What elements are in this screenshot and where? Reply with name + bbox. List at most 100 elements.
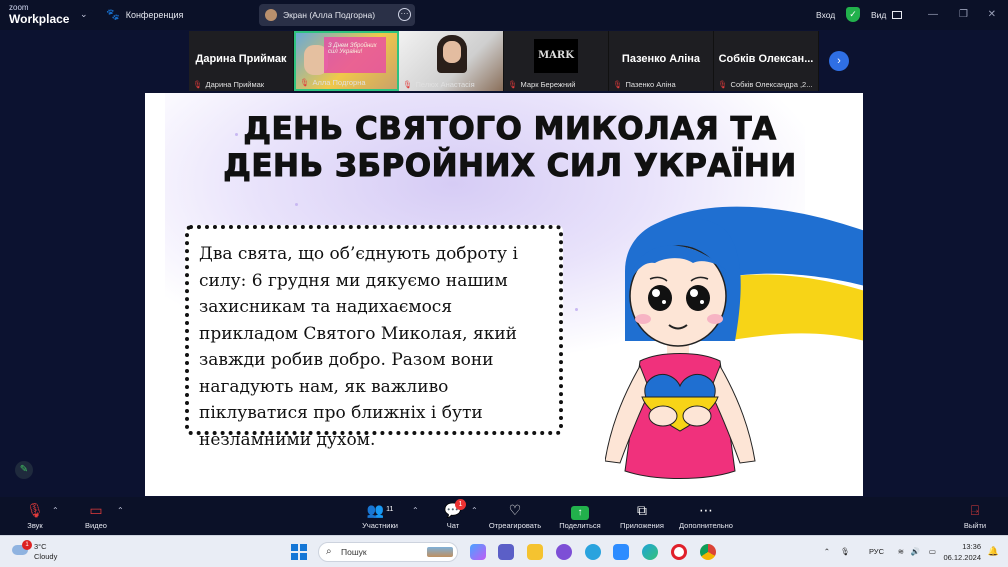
mic-muted-icon: 🎙: [718, 80, 728, 89]
conference-label: Конференция: [125, 9, 184, 20]
share-screen-icon: ↑: [571, 506, 589, 520]
slide-body-text: Два свята, що об’єднують доброту і силу:…: [199, 244, 518, 450]
participant-name: Дарина Приймак: [205, 80, 265, 89]
girl-illustration: [605, 206, 863, 479]
conference-menu[interactable]: 🐾 Конференция: [106, 8, 183, 21]
more-label: Дополнительно: [679, 521, 733, 530]
heart-icon: ♡: [508, 502, 522, 518]
title-bar: zoom Workplace ⌄ 🐾 Конференция Экран (Ал…: [0, 0, 1008, 30]
participant-tile[interactable]: Дарина Приймак 🎙 Дарина Приймак: [189, 31, 294, 91]
chevron-up-icon[interactable]: ⌃: [412, 506, 419, 515]
participant-avatar-mark: MARK: [534, 39, 578, 73]
chevron-up-icon[interactable]: ⌃: [117, 506, 124, 515]
avatar: [265, 9, 277, 21]
opera-icon[interactable]: [671, 544, 687, 560]
taskbar-search[interactable]: ⌕ Пошук: [318, 542, 458, 562]
video-off-icon: ▭: [89, 502, 103, 518]
search-placeholder: Пошук: [341, 547, 367, 557]
minimize-icon[interactable]: —: [928, 9, 938, 20]
meeting-toolbar: 🎙 Звук ⌃ ▭ Видео ⌃ 👥 11 Участники ⌃ 💬 1 Ч…: [0, 497, 1008, 535]
participant-tile[interactable]: Пазенко Аліна 🎙 Пазенко Аліна: [609, 31, 714, 91]
participant-name: Марк Бережний: [520, 80, 576, 89]
edge-icon[interactable]: [642, 544, 658, 560]
participant-display-name: Дарина Приймак: [195, 53, 287, 65]
participant-tile-active[interactable]: З Днем Збройних сил України! 🎙 Алла Подго…: [294, 31, 399, 91]
slide-title-line2: ДЕНЬ ЗБРОЙНИХ СИЛ УКРАЇНИ: [223, 148, 797, 185]
mic-muted-icon: 🎙: [193, 80, 203, 89]
participant-strip: Дарина Приймак 🎙 Дарина Приймак З Днем Зб…: [189, 31, 819, 91]
share-button[interactable]: ↑ Поделиться: [556, 501, 604, 530]
chevron-up-icon[interactable]: ⌃: [471, 506, 478, 515]
more-options-icon[interactable]: ···: [398, 8, 411, 21]
audio-label: Звук: [27, 521, 43, 530]
participant-name: Алла Подгорна: [312, 78, 366, 87]
chat-badge: 1: [455, 499, 466, 510]
participant-tile[interactable]: 🎙 Пелюх Анастасія: [399, 31, 504, 91]
react-button[interactable]: ♡ Отреагировать: [486, 501, 544, 530]
mic-muted-icon: 🎙: [508, 80, 518, 89]
mic-muted-icon: 🎙: [613, 80, 623, 89]
chat-button[interactable]: 💬 1 Чат: [440, 499, 466, 530]
zoom-icon[interactable]: [613, 544, 629, 560]
apps-button[interactable]: ⧉ Приложения: [616, 501, 668, 530]
viber-icon[interactable]: [556, 544, 572, 560]
search-icon: ⌕: [326, 546, 332, 557]
more-button[interactable]: ⋯ Дополнительно: [675, 501, 737, 530]
next-page-icon[interactable]: ›: [829, 51, 849, 71]
react-label: Отреагировать: [488, 521, 542, 530]
chevron-up-icon[interactable]: ⌃: [52, 506, 59, 515]
brand-bottom: Workplace: [9, 12, 70, 26]
mic-muted-icon: 🎙: [403, 80, 413, 89]
mic-muted-icon: 🎙: [26, 502, 44, 518]
video-button[interactable]: ▭ Видео: [80, 501, 112, 530]
participant-tile[interactable]: MARK 🎙 Марк Бережний: [504, 31, 609, 91]
annotate-pencil-icon[interactable]: ✎: [15, 461, 33, 479]
video-label: Видео: [85, 521, 107, 530]
grid-icon[interactable]: [892, 11, 902, 19]
participants-label: Участники: [362, 521, 398, 530]
participant-name: Пазенко Аліна: [625, 80, 676, 89]
chat-label: Чат: [446, 521, 460, 530]
slide-title-line1: ДЕНЬ СВЯТОГО МИКОЛАЯ ТА: [243, 111, 777, 148]
file-explorer-icon[interactable]: [527, 544, 543, 560]
volume-icon[interactable]: 🔊: [911, 547, 920, 556]
teams-icon[interactable]: [498, 544, 514, 560]
leave-icon: ⍈: [970, 502, 980, 518]
mic-muted-icon: 🎙: [300, 78, 310, 87]
zoom-logo[interactable]: zoom Workplace: [9, 3, 70, 26]
mini-slide-text: З Днем Збройних сил України!: [328, 43, 377, 55]
copilot-icon[interactable]: [470, 544, 486, 560]
participant-display-name: Пазенко Аліна: [621, 53, 701, 65]
leave-button[interactable]: ⍈ Выйти: [960, 501, 990, 530]
apps-label: Приложения: [620, 521, 664, 530]
participant-name: Пелюх Анастасія: [415, 80, 475, 89]
wifi-icon[interactable]: ≋: [898, 547, 904, 556]
clock[interactable]: 13:36 06.12.2024: [943, 541, 981, 563]
brand-top: zoom: [9, 3, 29, 12]
view-button[interactable]: Вид: [871, 10, 886, 20]
zoom-window: zoom Workplace ⌄ 🐾 Конференция Экран (Ал…: [0, 0, 1008, 567]
weather-badge: 1: [22, 540, 32, 550]
notification-bell-icon[interactable]: 🔔: [988, 546, 999, 557]
weather-condition: Cloudy: [34, 552, 58, 561]
search-highlight-image: [427, 547, 453, 557]
chevron-up-icon[interactable]: ⌃: [824, 547, 830, 556]
chrome-icon[interactable]: [700, 544, 716, 560]
participants-count: 11: [386, 506, 394, 513]
telegram-icon[interactable]: [585, 544, 601, 560]
chevron-down-icon[interactable]: ⌄: [80, 9, 88, 20]
participant-tile[interactable]: Собків Олексан... 🎙 Собків Олександра ,2.…: [714, 31, 819, 91]
participants-button[interactable]: 👥 11 Участники: [358, 501, 402, 530]
maximize-icon[interactable]: ❐: [959, 9, 968, 20]
windows-start-icon[interactable]: [291, 544, 307, 560]
login-button[interactable]: Вход: [816, 10, 835, 20]
language-indicator[interactable]: РУС: [869, 547, 884, 556]
microphone-icon[interactable]: 🎙: [840, 547, 850, 556]
audio-button[interactable]: 🎙 Звук: [20, 501, 50, 530]
screen-share-indicator[interactable]: Экран (Алла Подгорна) ···: [259, 4, 415, 26]
screen-share-label: Экран (Алла Подгорна): [283, 10, 376, 20]
shield-icon[interactable]: ✓: [846, 7, 860, 22]
close-icon[interactable]: ✕: [988, 9, 996, 20]
leave-label: Выйти: [963, 521, 987, 530]
battery-icon[interactable]: ▭: [929, 547, 936, 556]
